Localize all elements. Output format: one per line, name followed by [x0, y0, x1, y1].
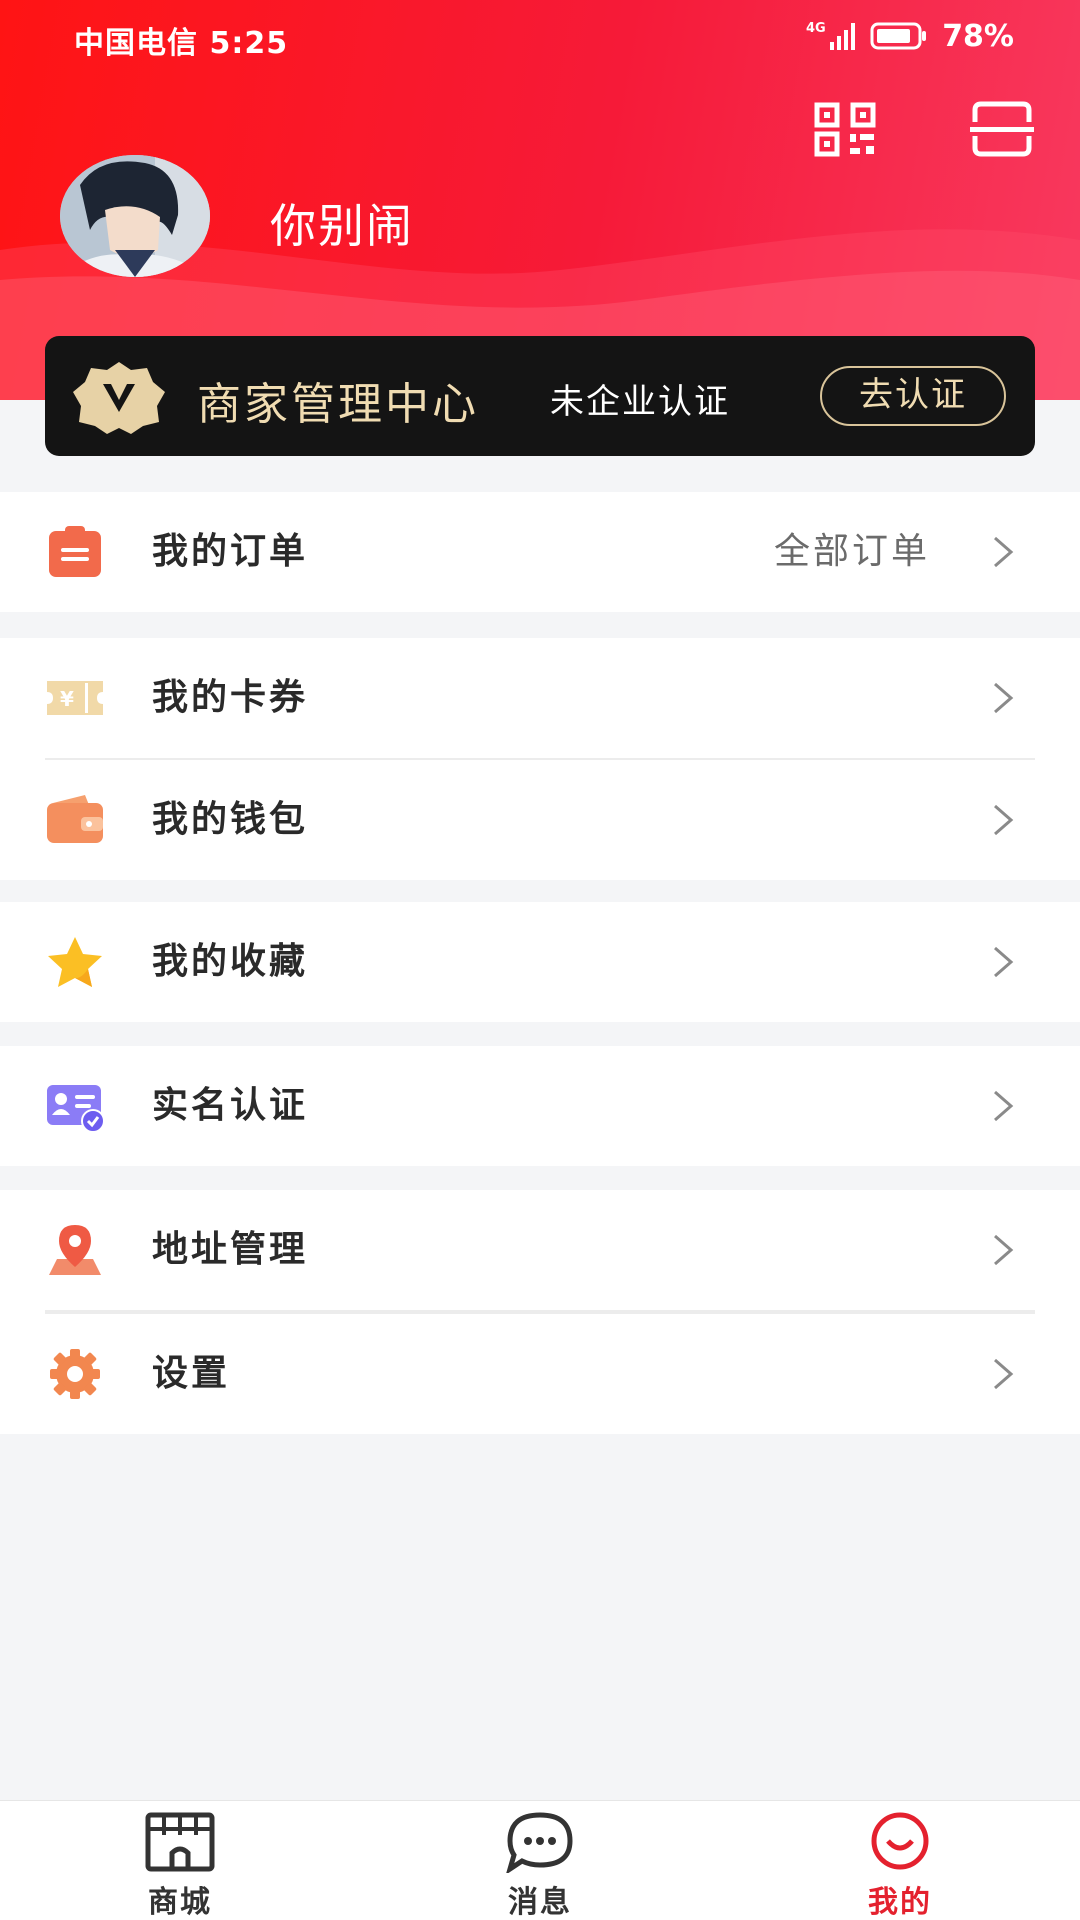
menu-label-verification: 实名认证 — [152, 1085, 309, 1126]
coupon-icon: ¥ — [47, 681, 103, 715]
menu-item-settings[interactable]: 设置 — [0, 1314, 1080, 1434]
menu-group-favorites: 我的收藏 — [0, 902, 1080, 1022]
menu-label-coupons: 我的卡券 — [152, 677, 309, 718]
carrier-time: 中国电信 5:25 — [74, 26, 289, 61]
status-bar: 中国电信 5:25 4G 78% — [0, 0, 1080, 76]
menu-label-settings: 设置 — [152, 1353, 231, 1394]
menu-label-favorites: 我的收藏 — [152, 941, 309, 982]
profile-smile-icon — [871, 1812, 929, 1870]
order-icon — [49, 526, 101, 577]
star-icon — [48, 937, 102, 987]
menu-group-verification: 实名认证 — [0, 1046, 1080, 1166]
tab-messages[interactable]: 消息 — [440, 1801, 640, 1920]
menu-group-assets: ¥ 我的卡券 我的钱包 — [0, 638, 1080, 880]
enterprise-verification-status: 未企业认证 — [550, 382, 730, 422]
all-orders-link[interactable]: 全部订单 — [774, 492, 930, 612]
gear-icon — [50, 1349, 100, 1399]
tab-label-messages: 消息 — [508, 1885, 572, 1920]
network-type: 4G — [806, 21, 826, 36]
battery-percent: 78% — [942, 18, 1014, 54]
avatar[interactable] — [60, 155, 210, 277]
wallet-icon — [47, 795, 103, 843]
bottom-tab-bar: 商城 消息 我的 — [0, 1800, 1080, 1920]
menu-group-orders: 我的订单 全部订单 — [0, 492, 1080, 612]
chevron-right-icon — [994, 682, 1014, 714]
go-verify-button[interactable]: 去认证 — [820, 366, 1006, 426]
id-card-icon — [47, 1085, 105, 1133]
tab-label-store: 商城 — [148, 1885, 212, 1920]
signal-icon: 4G — [806, 21, 856, 50]
menu-item-favorites[interactable]: 我的收藏 — [0, 902, 1080, 1022]
menu-label-wallet: 我的钱包 — [152, 799, 309, 840]
username: 你别闹 — [270, 199, 414, 253]
menu-label-address: 地址管理 — [152, 1229, 309, 1270]
tab-profile[interactable]: 我的 — [800, 1801, 1000, 1920]
tab-store[interactable]: 商城 — [80, 1801, 280, 1920]
menu-item-wallet[interactable]: 我的钱包 — [0, 760, 1080, 880]
chevron-right-icon — [994, 1234, 1014, 1266]
menu-item-address[interactable]: 地址管理 — [0, 1190, 1080, 1310]
menu-group-account: 地址管理 设置 — [0, 1190, 1080, 1434]
chevron-right-icon — [994, 1358, 1014, 1390]
merchant-center-card[interactable]: 商家管理中心 未企业认证 去认证 — [45, 336, 1035, 456]
menu-item-real-name-verification[interactable]: 实名认证 — [0, 1046, 1080, 1166]
chevron-right-icon — [994, 946, 1014, 978]
chevron-right-icon — [994, 536, 1014, 568]
svg-text:¥: ¥ — [60, 687, 74, 711]
qr-code-icon[interactable] — [814, 102, 878, 158]
store-icon — [145, 1812, 215, 1872]
chevron-right-icon — [994, 1090, 1014, 1122]
status-indicators: 4G 78% — [806, 18, 1014, 54]
avatar-image — [60, 155, 210, 277]
scan-icon[interactable] — [970, 100, 1034, 158]
menu-label-orders: 我的订单 — [152, 531, 309, 572]
battery-icon — [870, 22, 927, 50]
tab-label-profile: 我的 — [868, 1885, 932, 1920]
message-icon — [506, 1812, 573, 1873]
location-icon — [49, 1225, 101, 1275]
menu-item-orders[interactable]: 我的订单 全部订单 — [0, 492, 1080, 612]
merchant-title: 商家管理中心 — [197, 379, 479, 430]
vip-badge-icon — [73, 362, 165, 434]
chevron-right-icon — [994, 804, 1014, 836]
menu-item-coupons[interactable]: ¥ 我的卡券 — [0, 638, 1080, 758]
